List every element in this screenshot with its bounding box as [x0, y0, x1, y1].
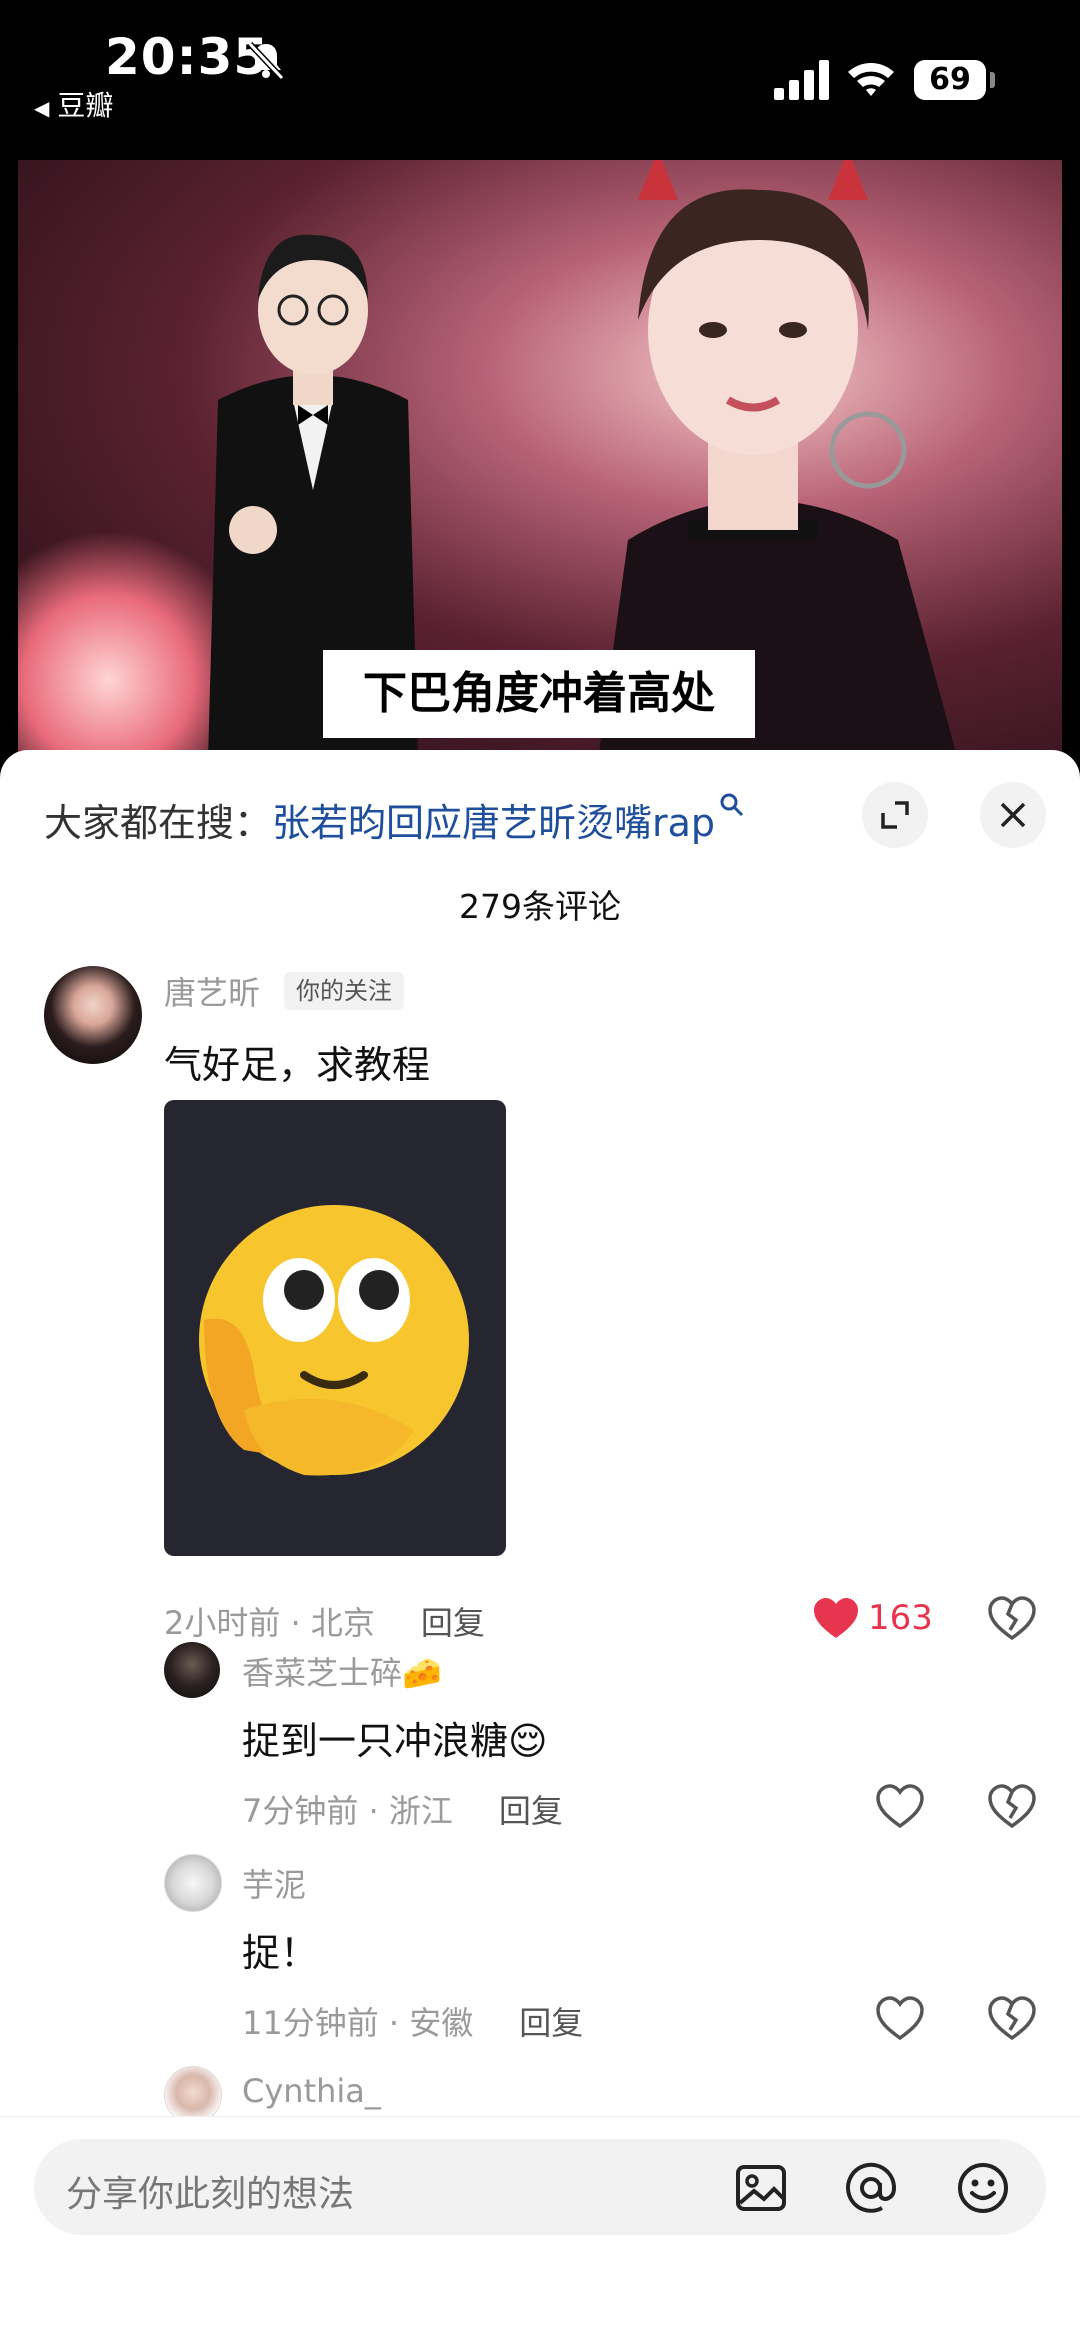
- comment-text: 气好足，求教程: [164, 1043, 431, 1087]
- expand-icon: [881, 801, 909, 829]
- like-count: 163: [868, 1598, 933, 1638]
- reply-meta: 11分钟前 · 安徽 回复: [242, 1998, 583, 2044]
- comment-meta: 2小时前 · 北京 回复: [164, 1598, 485, 1644]
- dislike-broken-heart-icon[interactable]: [988, 1596, 1036, 1640]
- reply-text: 捉！: [242, 1931, 319, 1975]
- shy-emoji-icon: [199, 1205, 469, 1476]
- back-app-label: 豆瓣: [57, 89, 114, 122]
- comment-input-area: 分享你此刻的想法: [0, 2116, 1080, 2342]
- cellular-signal-icon: [774, 60, 829, 100]
- comments-sheet: 大家都在搜：张若昀回应唐艺昕烫嘴rap 279条评论 唐艺昕 你的关注 气好足，…: [0, 750, 1080, 2341]
- avatar[interactable]: [164, 1854, 222, 1912]
- reply-username[interactable]: 芋泥: [242, 1860, 306, 1906]
- expand-button[interactable]: [862, 782, 928, 848]
- comment-image[interactable]: [164, 1100, 506, 1556]
- dislike-broken-heart-icon[interactable]: [988, 1784, 1036, 1828]
- video-player[interactable]: 下巴角度冲着高处: [18, 160, 1062, 760]
- reply-time-location: 7分钟前 · 浙江: [242, 1792, 453, 1830]
- reply-username[interactable]: 香菜芝士碎🧀: [242, 1648, 442, 1694]
- search-icon[interactable]: [719, 792, 745, 818]
- close-button[interactable]: [980, 782, 1046, 848]
- comment-input[interactable]: 分享你此刻的想法: [34, 2139, 1046, 2235]
- comment-time-location: 2小时前 · 北京: [164, 1604, 375, 1642]
- back-to-app-button[interactable]: ◀ 豆瓣: [34, 84, 113, 124]
- at-mention-icon[interactable]: [844, 2161, 898, 2215]
- heart-filled-icon[interactable]: [812, 1596, 860, 1640]
- reply-button[interactable]: 回复: [519, 2004, 583, 2042]
- reply-meta: 7分钟前 · 浙江 回复: [242, 1786, 563, 1832]
- follow-badge: 你的关注: [284, 972, 404, 1010]
- close-icon: [1000, 802, 1026, 828]
- reply-button[interactable]: 回复: [499, 1792, 563, 1830]
- heart-outline-icon[interactable]: [876, 1784, 924, 1828]
- wifi-icon: [848, 63, 894, 96]
- trending-search-link[interactable]: 张若昀回应唐艺昕烫嘴rap: [272, 801, 715, 845]
- back-triangle-icon: ◀: [34, 96, 50, 120]
- dislike-broken-heart-icon[interactable]: [988, 1996, 1036, 2040]
- reply-text: 捉到一只冲浪糖😌: [242, 1719, 548, 1763]
- emoji-icon[interactable]: [956, 2161, 1010, 2215]
- trending-search-bar: 大家都在搜：张若昀回应唐艺昕烫嘴rap: [44, 792, 745, 847]
- comment-count: 279条评论: [459, 887, 621, 926]
- comment-input-placeholder: 分享你此刻的想法: [66, 2174, 355, 2215]
- avatar[interactable]: [44, 966, 142, 1064]
- reply-time-location: 11分钟前 · 安徽: [242, 2004, 474, 2042]
- heart-outline-icon[interactable]: [876, 1996, 924, 2040]
- avatar[interactable]: [164, 1642, 220, 1698]
- comment-username[interactable]: 唐艺昕: [164, 968, 260, 1014]
- status-bar: 20:35 ◀ 豆瓣 69: [0, 0, 1080, 160]
- reply-button[interactable]: 回复: [421, 1604, 485, 1642]
- reply-username[interactable]: Cynthia_: [242, 2072, 381, 2110]
- video-subtitle: 下巴角度冲着高处: [323, 650, 755, 738]
- trending-search-prefix: 大家都在搜：: [44, 801, 273, 845]
- battery-indicator: 69: [914, 60, 995, 100]
- mute-bell-icon: [247, 41, 285, 81]
- image-icon[interactable]: [734, 2161, 788, 2215]
